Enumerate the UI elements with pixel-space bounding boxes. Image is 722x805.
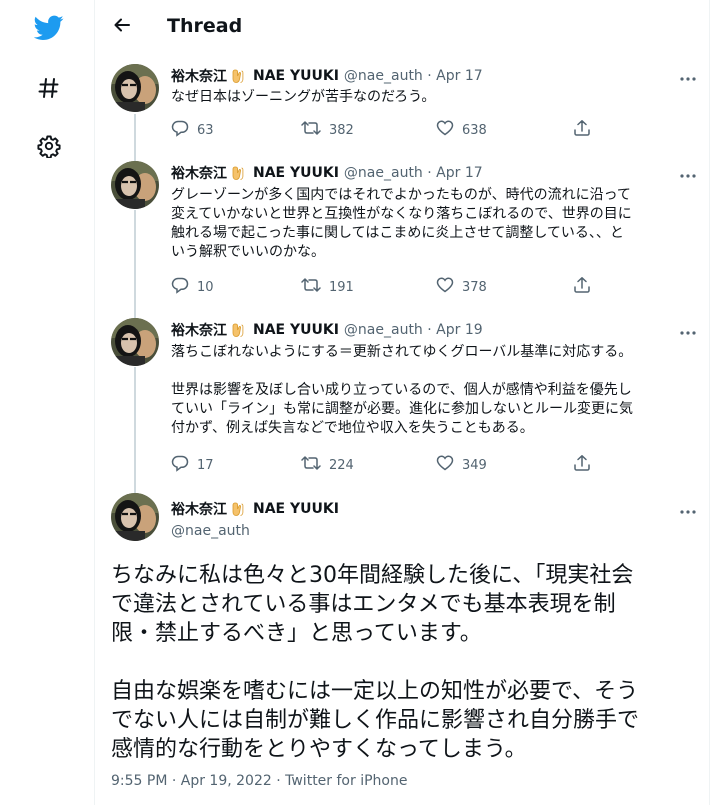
gear-icon [37, 134, 61, 158]
more-dots-icon [680, 163, 696, 182]
handle-date[interactable]: @nae_auth · Apr 17 [344, 68, 483, 84]
avatar[interactable] [111, 161, 159, 209]
tweet-actions: 10 191 378 [171, 276, 671, 296]
reply-button[interactable]: 10 [171, 276, 214, 298]
tweet-text: 落ちこぼれないようにする＝更新されてゆくグローバル基準に対応する。 世界は影響を… [171, 344, 633, 436]
more-options-button[interactable] [677, 497, 699, 519]
more-options-button[interactable] [677, 318, 699, 340]
retweet-icon [301, 119, 321, 141]
tweet-header: 裕木奈江 NAE YUUKI @nae_auth · Apr 17 [171, 66, 483, 86]
share-icon [573, 454, 591, 476]
retweet-icon [301, 276, 321, 298]
avatar[interactable] [111, 493, 159, 541]
back-button[interactable] [107, 12, 137, 42]
retweet-button[interactable]: 224 [301, 454, 354, 476]
retweet-button[interactable]: 382 [301, 119, 354, 141]
reply-icon [171, 454, 189, 476]
reply-icon [171, 276, 189, 298]
twitter-bird-icon [34, 15, 64, 41]
reply-button[interactable]: 63 [171, 119, 214, 141]
display-name[interactable]: 裕木奈江 [171, 499, 227, 519]
heart-icon [436, 454, 454, 476]
heart-icon [436, 276, 454, 298]
hands-emoji-icon [231, 322, 247, 338]
settings-button[interactable] [29, 126, 69, 166]
avatar[interactable] [111, 318, 159, 366]
tweet-header: 裕木奈江 NAE YUUKI @nae_auth · Apr 19 [171, 320, 483, 340]
hashtag-icon [37, 76, 61, 100]
thread-connector [134, 114, 136, 161]
explore-button[interactable] [29, 68, 69, 108]
more-dots-icon [680, 499, 696, 518]
heart-icon [436, 119, 454, 141]
share-icon [573, 119, 591, 141]
tweet-actions: 63 382 638 [171, 119, 671, 139]
hands-emoji-icon [231, 501, 247, 517]
share-button[interactable] [573, 276, 591, 298]
like-button[interactable]: 378 [436, 276, 487, 298]
twitter-home-button[interactable] [29, 8, 69, 48]
display-name[interactable]: 裕木奈江 [171, 66, 227, 86]
tweet-timestamp[interactable]: 9:55 PM · Apr 19, 2022 · Twitter for iPh… [111, 773, 407, 789]
like-button[interactable]: 349 [436, 454, 487, 476]
retweet-button[interactable]: 191 [301, 276, 354, 298]
handle[interactable]: @nae_auth [171, 523, 339, 539]
reply-icon [171, 119, 189, 141]
share-button[interactable] [573, 454, 591, 476]
author-block: 裕木奈江 NAE YUUKI @nae_auth [171, 499, 339, 539]
handle-date[interactable]: @nae_auth · Apr 19 [344, 322, 483, 338]
handle-date[interactable]: @nae_auth · Apr 17 [344, 165, 483, 181]
tweet-text: ちなみに私は色々と30年間経験した後に、「現実社会 で違法とされている事はエンタ… [111, 563, 640, 762]
left-navigation [0, 0, 95, 805]
tweet-header: 裕木奈江 NAE YUUKI [171, 499, 339, 519]
thread-connector [134, 210, 136, 318]
thread-column: Thread 裕木奈江 NAE YUUKI @nae_auth · Apr 17 [94, 0, 710, 805]
share-button[interactable] [573, 119, 591, 141]
avatar[interactable] [111, 64, 159, 112]
thread-connector [134, 367, 136, 493]
display-name[interactable]: 裕木奈江 [171, 320, 227, 340]
reply-button[interactable]: 17 [171, 454, 214, 476]
more-dots-icon [680, 320, 696, 339]
tweet-header: 裕木奈江 NAE YUUKI @nae_auth · Apr 17 [171, 163, 483, 183]
tweet-text: なぜ日本はゾーニングが苦手なのだろう。 [171, 89, 436, 105]
page-title: Thread [167, 15, 243, 37]
display-name[interactable]: 裕木奈江 [171, 163, 227, 183]
back-arrow-icon [112, 15, 132, 39]
retweet-icon [301, 454, 321, 476]
tweet-text: グレーゾーンが多く国内ではそれでよかったものが、時代の流れに沿って 変えていかな… [171, 187, 632, 260]
more-options-button[interactable] [677, 161, 699, 183]
share-icon [573, 276, 591, 298]
like-button[interactable]: 638 [436, 119, 487, 141]
more-options-button[interactable] [677, 64, 699, 86]
hands-emoji-icon [231, 68, 247, 84]
more-dots-icon [680, 66, 696, 85]
tweet-actions: 17 224 349 [171, 454, 671, 474]
hands-emoji-icon [231, 165, 247, 181]
thread-header: Thread [95, 0, 711, 53]
